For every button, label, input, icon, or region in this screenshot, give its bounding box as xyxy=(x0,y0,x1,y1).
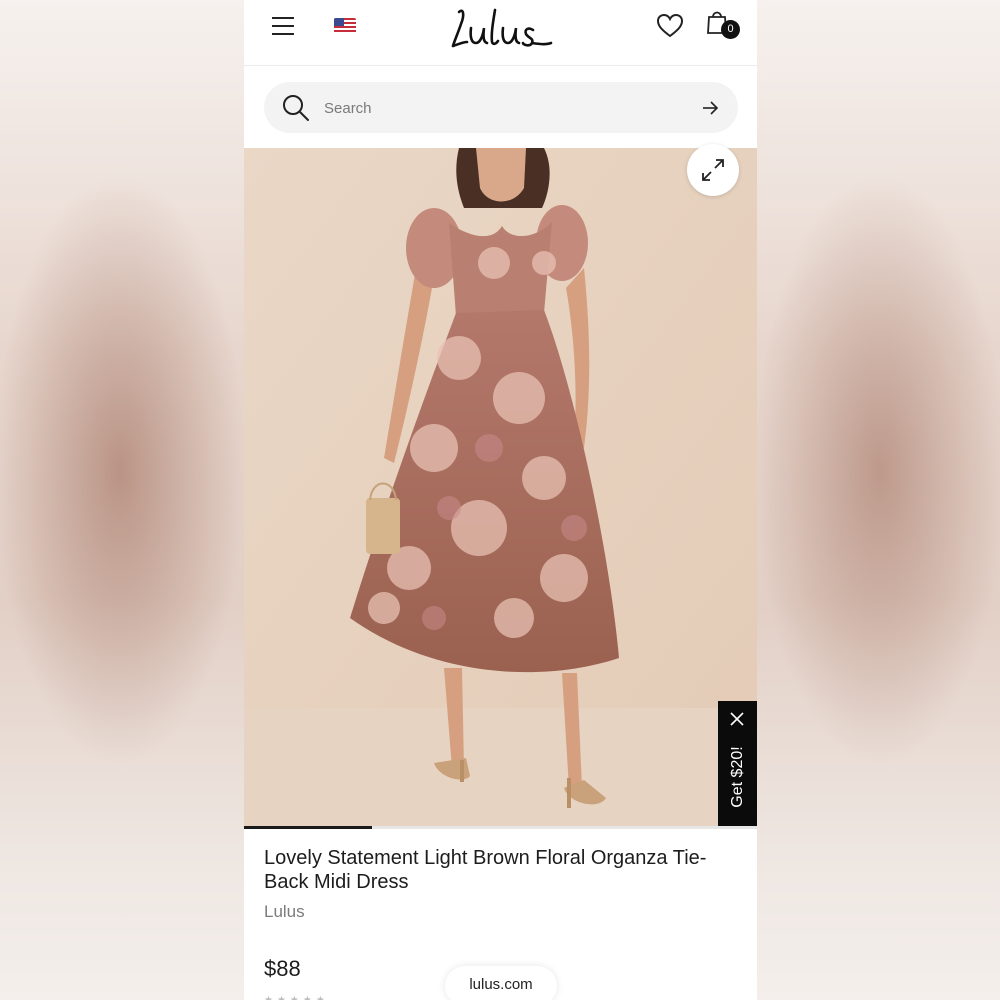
hamburger-menu-icon[interactable] xyxy=(270,14,296,38)
cart-count-badge: 0 xyxy=(721,20,740,39)
lulus-logo[interactable] xyxy=(449,6,553,50)
search-input[interactable] xyxy=(324,95,684,121)
heart-icon[interactable] xyxy=(656,13,684,39)
promo-tab[interactable]: Get $20! xyxy=(718,701,757,826)
product-title: Lovely Statement Light Brown Floral Orga… xyxy=(264,847,707,893)
arrow-right-icon[interactable] xyxy=(700,98,720,118)
promo-label: Get $20! xyxy=(729,746,746,808)
product-brand[interactable]: Lulus xyxy=(264,902,305,922)
search-bar xyxy=(264,82,738,133)
us-flag-icon[interactable] xyxy=(334,18,356,34)
expand-icon xyxy=(702,159,724,181)
shopping-bag-icon[interactable]: 0 xyxy=(706,9,740,41)
close-icon[interactable] xyxy=(730,712,744,726)
product-price: $88 xyxy=(264,956,301,981)
search-icon[interactable] xyxy=(282,94,310,122)
site-header: 0 xyxy=(244,0,757,66)
gallery-progress-bar xyxy=(244,826,757,829)
expand-image-button[interactable] xyxy=(687,144,739,196)
product-image[interactable] xyxy=(244,148,757,828)
mobile-viewport: 0 Search Get $20! Lovely Statement Light… xyxy=(244,0,757,1000)
gallery-progress-fill xyxy=(244,826,373,829)
browser-url-pill[interactable]: lulus.com xyxy=(445,966,557,1000)
rating-stars[interactable]: ★★★★★ xyxy=(264,995,329,1000)
